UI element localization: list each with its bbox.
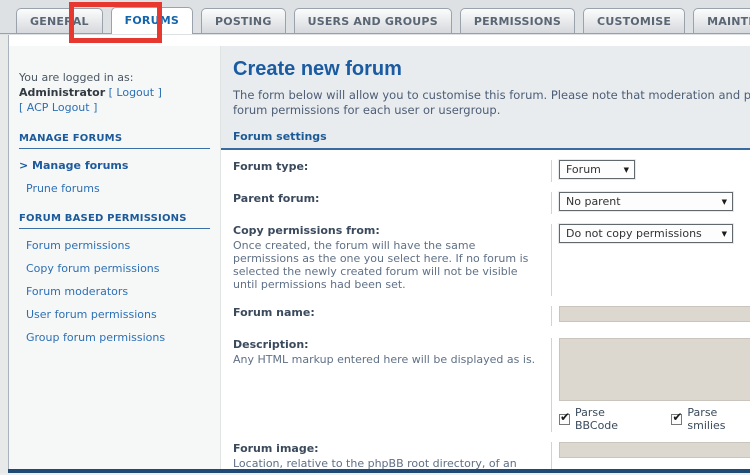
sidebar-item-group-forum-permissions[interactable]: Group forum permissions — [26, 331, 216, 344]
acp-logout-link[interactable]: [ ACP Logout ] — [19, 101, 97, 114]
sidebar-item-label[interactable]: Forum moderators — [26, 285, 128, 298]
dropdown-arrow-icon: ▼ — [624, 166, 629, 174]
username: Administrator — [19, 86, 105, 99]
parse-smilies-label: Parse smilies — [687, 406, 750, 432]
form-row-copy-permissions: Copy permissions from: Once created, the… — [233, 224, 750, 296]
tab-customise[interactable]: CUSTOMISE — [583, 8, 685, 33]
page-intro-line1: The form below will allow you to customi… — [233, 88, 750, 103]
logged-in-as-text: You are logged in as: — [19, 70, 216, 85]
tab-permissions[interactable]: PERMISSIONS — [460, 8, 575, 33]
tab-posting[interactable]: POSTING — [201, 8, 286, 33]
dropdown-arrow-icon: ▼ — [722, 198, 727, 206]
parse-smilies-option[interactable]: ✔ Parse smilies — [671, 406, 750, 432]
parse-bbcode-option[interactable]: ✔ Parse BBCode — [559, 406, 649, 432]
sidebar-item-label[interactable]: Group forum permissions — [26, 331, 165, 344]
sidebar-item-prune-forums[interactable]: Prune forums — [26, 182, 216, 195]
parent-forum-label: Parent forum: — [233, 192, 541, 206]
active-item-marker: > — [19, 159, 32, 172]
description-label: Description: — [233, 338, 541, 352]
page-header: Create new forum The form below will all… — [221, 46, 750, 150]
sidebar-item-label[interactable]: Forum permissions — [26, 239, 130, 252]
form-row-parent-forum: Parent forum: No parent ▼ — [233, 192, 750, 214]
tab-general[interactable]: GENERAL — [16, 8, 103, 33]
login-info: You are logged in as: Administrator [ Lo… — [19, 70, 216, 115]
forum-settings-legend: Forum settings — [233, 130, 327, 143]
sidebar-section-forum-based-permissions: FORUM BASED PERMISSIONS — [19, 213, 210, 229]
sidebar-item-copy-forum-permissions[interactable]: Copy forum permissions — [26, 262, 216, 275]
form-row-forum-name: Forum name: — [233, 306, 750, 326]
forum-name-label: Forum name: — [233, 306, 541, 320]
forum-type-select[interactable]: Forum ▼ — [559, 160, 635, 179]
page-left-margin — [0, 35, 8, 475]
dropdown-arrow-icon: ▼ — [722, 230, 727, 238]
parse-bbcode-checkbox[interactable]: ✔ — [559, 414, 570, 425]
parent-forum-select[interactable]: No parent ▼ — [559, 192, 733, 211]
forum-type-label: Forum type: — [233, 160, 541, 174]
checkmark-icon: ✔ — [672, 410, 682, 424]
sidebar-item-manage-forums[interactable]: > Manage forums — [19, 159, 216, 172]
sidebar-item-label[interactable]: Manage forums — [32, 159, 128, 172]
description-textarea[interactable] — [559, 338, 750, 401]
tab-forums[interactable]: FORUMS — [111, 7, 193, 34]
copy-permissions-selected-value: Do not copy permissions — [566, 227, 702, 240]
tab-maintenance[interactable]: MAINTENANCE — [693, 8, 750, 33]
parse-bbcode-label: Parse BBCode — [575, 406, 649, 432]
parse-smilies-checkbox[interactable]: ✔ — [671, 414, 682, 425]
main-content: Create new forum The form below will all… — [221, 46, 750, 469]
checkmark-icon: ✔ — [560, 410, 570, 424]
forum-name-input[interactable] — [559, 306, 750, 322]
parse-options: ✔ Parse BBCode ✔ Parse smilies — [559, 406, 750, 432]
page-intro-line2: forum permissions for each user or userg… — [233, 103, 750, 118]
sidebar-item-label[interactable]: User forum permissions — [26, 308, 157, 321]
sidebar-item-label[interactable]: Prune forums — [26, 182, 100, 195]
sidebar-item-forum-permissions[interactable]: Forum permissions — [26, 239, 216, 252]
page-top-strip — [0, 35, 750, 46]
forum-image-label: Forum image: — [233, 442, 541, 456]
copy-permissions-description: Once created, the forum will have the sa… — [233, 239, 541, 291]
copy-permissions-select[interactable]: Do not copy permissions ▼ — [559, 224, 733, 243]
parent-forum-selected-value: No parent — [566, 195, 621, 208]
page-body: You are logged in as: Administrator [ Lo… — [9, 46, 750, 469]
sidebar: You are logged in as: Administrator [ Lo… — [9, 46, 221, 469]
admin-tab-bar: GENERAL FORUMS POSTING USERS AND GROUPS … — [0, 0, 750, 34]
forum-image-input[interactable] — [559, 442, 750, 458]
sidebar-item-label[interactable]: Copy forum permissions — [26, 262, 160, 275]
form-row-forum-type: Forum type: Forum ▼ — [233, 160, 750, 182]
sidebar-item-forum-moderators[interactable]: Forum moderators — [26, 285, 216, 298]
page-title: Create new forum — [233, 58, 750, 81]
logout-link[interactable]: [ Logout ] — [109, 86, 162, 99]
forum-settings-form: Forum type: Forum ▼ Parent forum: No par… — [221, 150, 750, 475]
tab-users-and-groups[interactable]: USERS AND GROUPS — [294, 8, 452, 33]
forum-type-selected-value: Forum — [566, 163, 601, 176]
description-description: Any HTML markup entered here will be dis… — [233, 353, 541, 366]
sidebar-section-manage-forums: MANAGE FORUMS — [19, 133, 210, 149]
form-row-description: Description: Any HTML markup entered her… — [233, 338, 750, 432]
copy-permissions-label: Copy permissions from: — [233, 224, 541, 238]
sidebar-item-user-forum-permissions[interactable]: User forum permissions — [26, 308, 216, 321]
